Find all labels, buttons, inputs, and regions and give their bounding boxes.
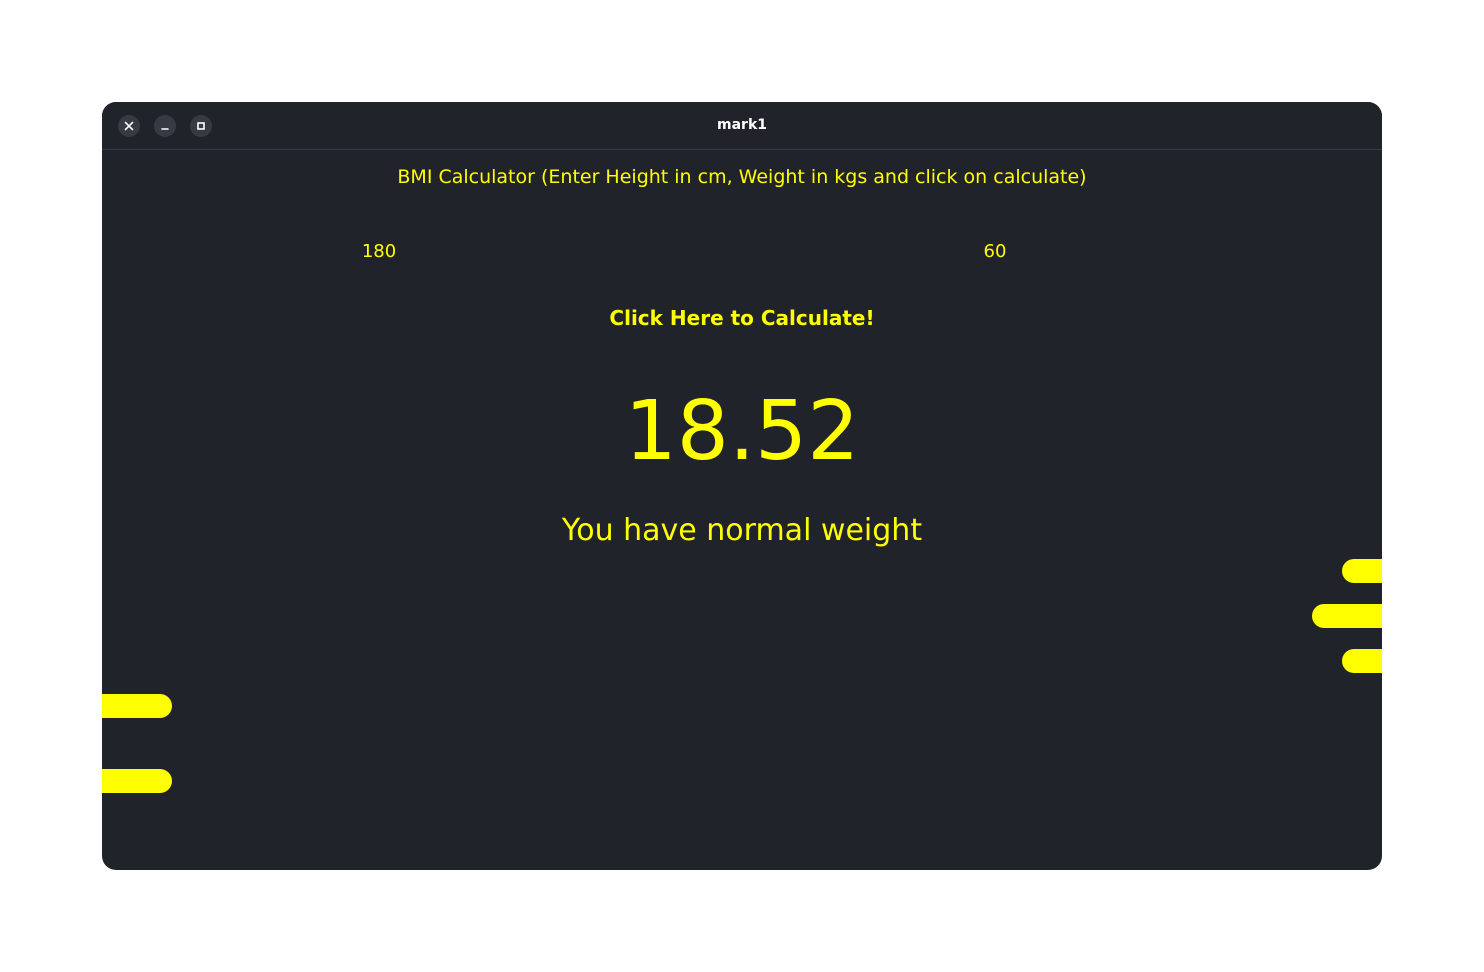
window-title: mark1 <box>717 117 767 133</box>
decorative-pill <box>1312 604 1382 628</box>
height-input[interactable] <box>319 237 439 265</box>
title-bar[interactable]: mark1 <box>102 102 1382 150</box>
decorative-pill <box>102 694 172 718</box>
app-window: mark1 BMI Calculator (Enter Height in cm… <box>102 102 1382 870</box>
decorative-pill <box>1342 559 1382 583</box>
decorative-pill <box>1342 649 1382 673</box>
decorative-pill <box>102 769 172 793</box>
calculate-button[interactable]: Click Here to Calculate! <box>542 300 942 336</box>
weight-input[interactable] <box>935 237 1055 265</box>
app-content: BMI Calculator (Enter Height in cm, Weig… <box>102 150 1382 870</box>
bmi-status-text: You have normal weight <box>561 513 923 548</box>
bmi-result: 18.52 <box>624 384 860 479</box>
app-header: BMI Calculator (Enter Height in cm, Weig… <box>397 166 1087 188</box>
